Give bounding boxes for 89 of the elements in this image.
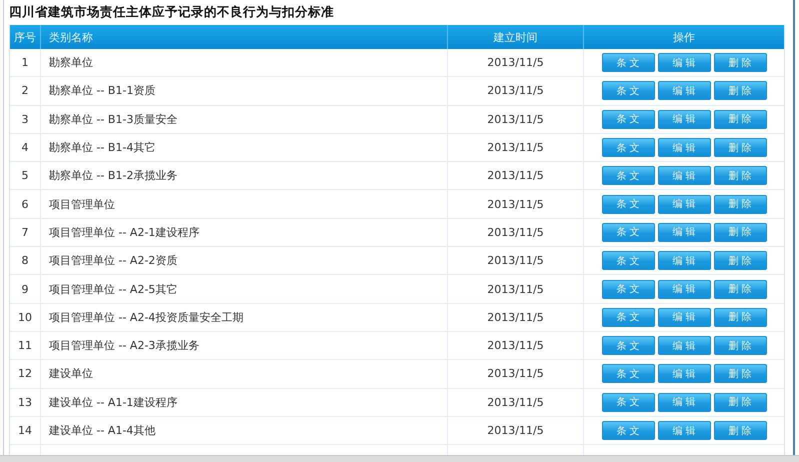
column-header: 序号 <box>14 30 36 44</box>
delete-button[interactable]: 删 除 <box>714 308 766 327</box>
delete-button[interactable]: 删 除 <box>714 110 766 129</box>
delete-button[interactable]: 删 除 <box>714 392 766 412</box>
table-cell: 13 <box>10 388 41 416</box>
clauses-button[interactable]: 条 文 <box>602 308 654 327</box>
delete-button[interactable]: 删 除 <box>714 166 766 186</box>
delete-button[interactable]: 删 除 <box>714 222 766 242</box>
table-cell: 勘察单位 -- B1-3质量安全 <box>41 106 448 133</box>
edit-button[interactable]: 编 辑 <box>658 251 710 270</box>
table-cell: 5 <box>10 162 41 190</box>
delete-button[interactable]: 删 除 <box>714 251 766 270</box>
edit-button[interactable]: 编 辑 <box>658 280 710 299</box>
table-cell: 8 <box>10 247 41 274</box>
table-cell: 建设单位 <box>41 360 448 388</box>
table-cell: 2013/11/5 <box>448 304 584 331</box>
edit-button[interactable]: 编 辑 <box>658 392 710 412</box>
table-cell: 11 <box>10 332 41 360</box>
edit-button[interactable]: 编 辑 <box>658 421 710 440</box>
table-cell: 项目管理单位 -- A2-2资质 <box>41 247 448 274</box>
table-cell: 项目管理单位 -- A2-4投资质量安全工期 <box>41 304 448 331</box>
delete-button[interactable]: 删 除 <box>714 421 766 440</box>
clauses-button[interactable]: 条 文 <box>602 364 654 384</box>
clauses-button[interactable]: 条 文 <box>602 53 654 72</box>
delete-button[interactable]: 删 除 <box>714 81 766 100</box>
clauses-button[interactable]: 条 文 <box>602 138 654 158</box>
table-cell: 2013/11/5 <box>448 77 584 105</box>
edit-button[interactable]: 编 辑 <box>658 166 710 186</box>
table-cell: 2013/11/5 <box>448 388 584 416</box>
edit-button[interactable]: 编 辑 <box>658 222 710 242</box>
edit-button[interactable]: 编 辑 <box>658 194 710 214</box>
table-cell: 2013/11/5 <box>448 247 584 274</box>
table-cell: 2013/11/5 <box>448 49 584 76</box>
edit-button[interactable]: 编 辑 <box>658 308 710 327</box>
clauses-button[interactable]: 条 文 <box>602 392 654 412</box>
table-cell: 勘察单位 -- B1-4其它 <box>41 134 448 162</box>
table-cell: 项目管理单位 -- A2-1建设程序 <box>41 218 448 246</box>
edit-button[interactable]: 编 辑 <box>658 364 710 384</box>
table-cell: 2013/11/5 <box>448 106 584 133</box>
table-cell: 项目管理单位 -- A2-5其它 <box>41 275 448 303</box>
delete-button[interactable]: 删 除 <box>714 194 766 214</box>
table-cell: 4 <box>10 134 41 162</box>
table-cell: 建设单位 -- A1-4其他 <box>41 416 448 444</box>
table-cell: 2013/11/5 <box>448 162 584 190</box>
delete-button[interactable]: 删 除 <box>714 364 766 384</box>
clauses-button[interactable]: 条 文 <box>602 421 654 440</box>
table-cell: 2013/11/5 <box>448 134 584 162</box>
page-title: 四川省建筑市场责任主体应予记录的不良行为与扣分标准 <box>9 3 335 21</box>
table-cell: 项目管理单位 <box>41 190 448 218</box>
table-cell: 2013/11/5 <box>448 416 584 444</box>
table-cell: 9 <box>10 275 41 303</box>
delete-button[interactable]: 删 除 <box>714 280 766 299</box>
table-cell: 2013/11/5 <box>448 275 584 303</box>
edit-button[interactable]: 编 辑 <box>658 53 710 72</box>
clauses-button[interactable]: 条 文 <box>602 110 654 129</box>
table-cell: 勘察单位 <box>41 49 448 76</box>
delete-button[interactable]: 删 除 <box>714 53 766 72</box>
clauses-button[interactable]: 条 文 <box>602 166 654 186</box>
table-cell: 6 <box>10 190 41 218</box>
clauses-button[interactable]: 条 文 <box>602 280 654 299</box>
table-cell: 项目管理单位 -- A2-3承揽业务 <box>41 332 448 360</box>
table-cell: 1 <box>10 49 41 76</box>
clauses-button[interactable]: 条 文 <box>602 222 654 242</box>
table-cell: 7 <box>10 218 41 246</box>
column-header: 操作 <box>673 30 695 44</box>
table-cell: 10 <box>10 304 41 331</box>
table-cell: 建设单位 -- A1-1建设程序 <box>41 388 448 416</box>
edit-button[interactable]: 编 辑 <box>658 81 710 100</box>
clauses-button[interactable]: 条 文 <box>602 81 654 100</box>
column-header: 类别名称 <box>49 30 93 44</box>
table-cell: 3 <box>10 106 41 133</box>
clauses-button[interactable]: 条 文 <box>602 194 654 214</box>
table-cell: 12 <box>10 360 41 388</box>
table-cell: 勘察单位 -- B1-1资质 <box>41 77 448 105</box>
edit-button[interactable]: 编 辑 <box>658 336 710 356</box>
table-cell: 2013/11/5 <box>448 332 584 360</box>
edit-button[interactable]: 编 辑 <box>658 138 710 158</box>
clauses-button[interactable]: 条 文 <box>602 251 654 270</box>
table-cell: 2013/11/5 <box>448 190 584 218</box>
table-cell: 勘察单位 -- B1-2承揽业务 <box>41 162 448 190</box>
clauses-button[interactable]: 条 文 <box>602 336 654 356</box>
table-cell: 2013/11/5 <box>448 360 584 388</box>
delete-button[interactable]: 删 除 <box>714 138 766 158</box>
table-cell: 14 <box>10 416 41 444</box>
table-cell: 2013/11/5 <box>448 218 584 246</box>
edit-button[interactable]: 编 辑 <box>658 110 710 129</box>
column-header: 建立时间 <box>494 30 538 44</box>
table-cell: 2 <box>10 77 41 105</box>
delete-button[interactable]: 删 除 <box>714 336 766 356</box>
